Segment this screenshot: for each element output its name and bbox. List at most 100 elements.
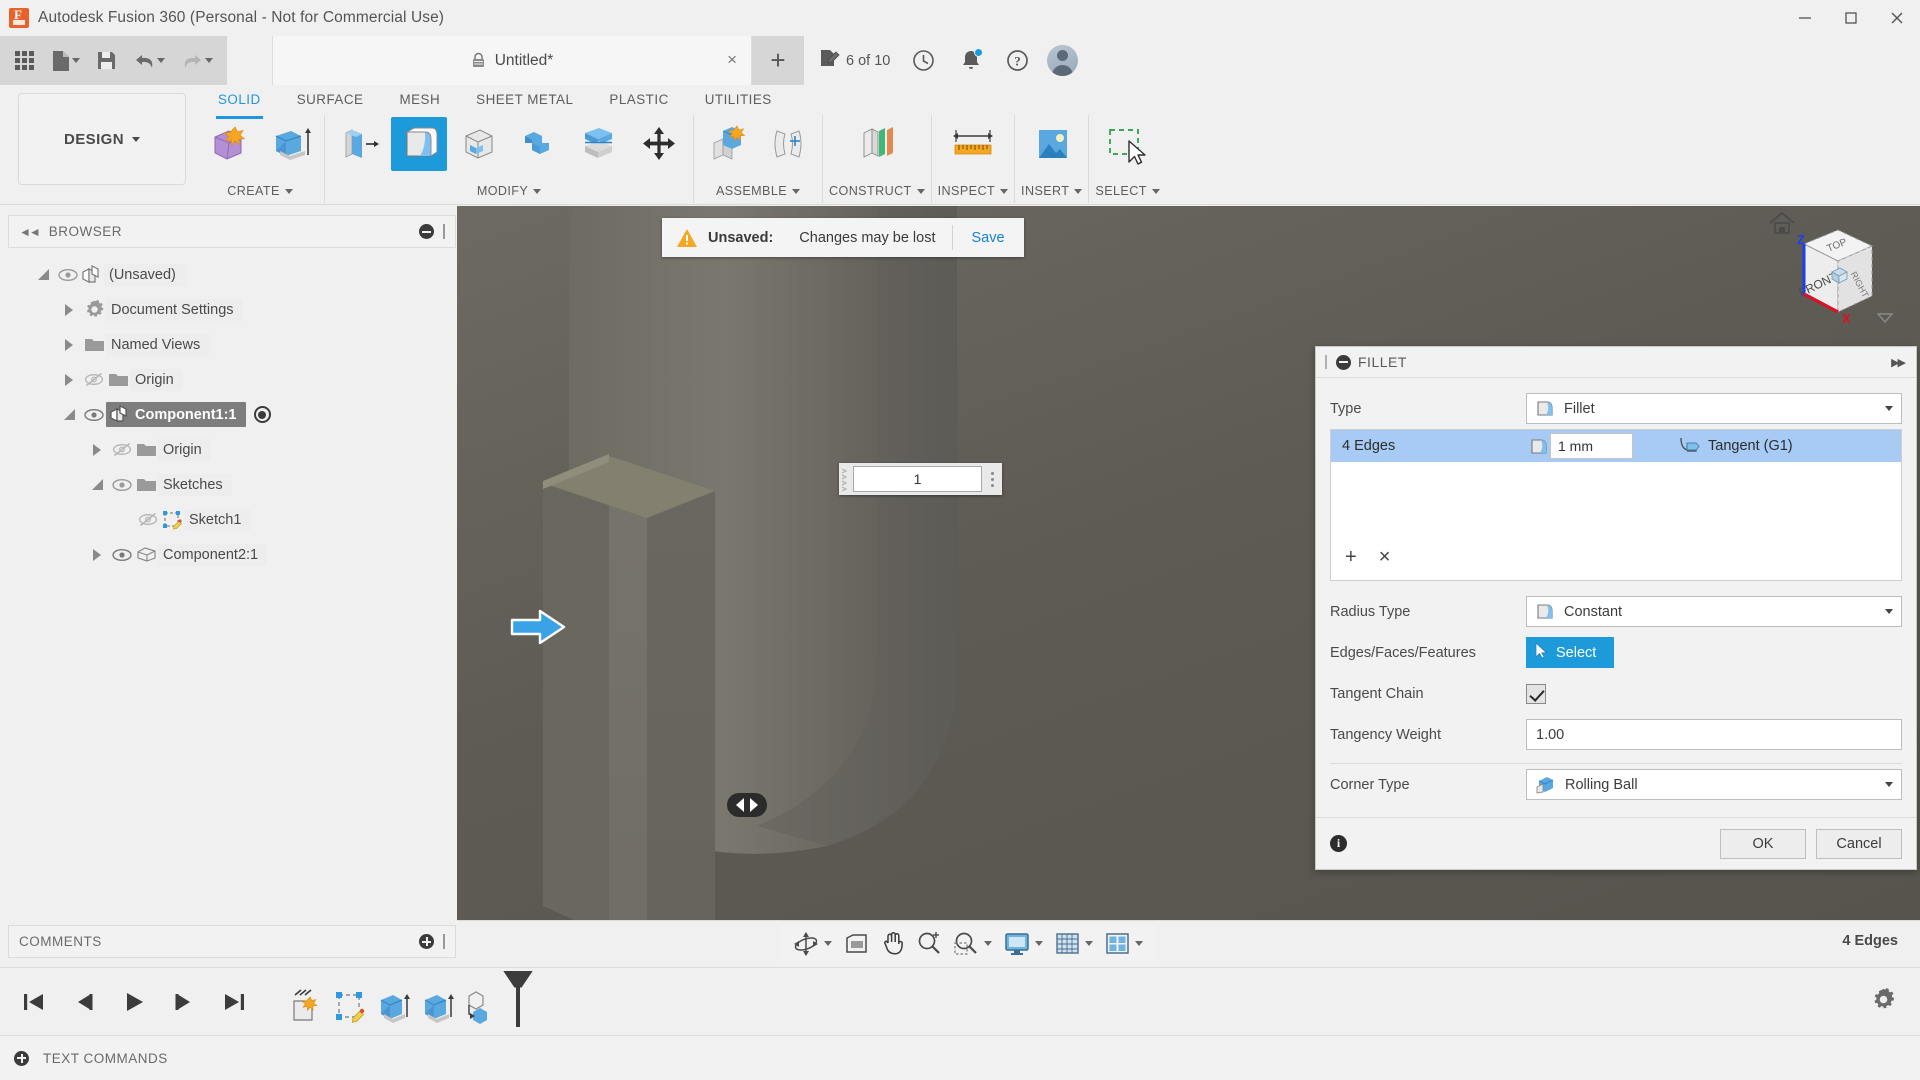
new-tab-button[interactable]: + (752, 36, 804, 85)
eye-hidden-icon[interactable] (110, 442, 134, 457)
expand-arrow-icon[interactable] (56, 409, 82, 420)
step-back-icon[interactable] (66, 985, 102, 1018)
eye-visible-icon[interactable] (56, 268, 80, 282)
save-link[interactable]: Save (953, 230, 1024, 246)
cancel-button[interactable]: Cancel (1816, 828, 1902, 859)
chevron-down-icon[interactable] (1035, 941, 1043, 946)
expand-icon[interactable] (14, 1050, 29, 1066)
chevron-down-icon[interactable] (1885, 782, 1893, 787)
tree-item-origin-nested[interactable]: Origin (8, 432, 456, 467)
close-icon[interactable] (1874, 0, 1920, 36)
expand-arrow-icon[interactable] (56, 303, 82, 316)
info-icon[interactable]: i (1330, 835, 1347, 852)
expand-arrow-icon[interactable] (30, 269, 56, 280)
viewcube[interactable]: TOP FRONT RIGHT Z X (1760, 206, 1900, 341)
play-icon[interactable] (116, 985, 152, 1018)
extrude-feature-icon[interactable] (374, 987, 412, 1027)
dimension-value-input[interactable]: 1 (853, 466, 982, 492)
blue-arrow-handle-icon[interactable] (510, 606, 574, 650)
zoom-window-icon[interactable] (949, 927, 997, 960)
ribbon-group-modify-label[interactable]: MODIFY (331, 184, 687, 203)
zoom-icon[interactable] (912, 927, 947, 960)
ribbon-group-select-label[interactable]: SELECT (1095, 184, 1160, 203)
new-document-icon[interactable] (43, 42, 88, 80)
joint-tool[interactable] (760, 117, 816, 171)
double-arrow-handle-icon[interactable] (725, 789, 769, 821)
ribbon-group-insert-label[interactable]: INSERT (1021, 184, 1083, 203)
fillet-edge-row[interactable]: 4 Edges 1 mm Tangent (G1) (1331, 430, 1901, 462)
construct-plane-tool[interactable] (849, 117, 905, 171)
corner-type-select[interactable]: Rolling Ball (1526, 769, 1902, 800)
measure-tool[interactable] (945, 117, 1001, 171)
maximize-icon[interactable] (1828, 0, 1874, 36)
viewports-icon[interactable] (1100, 927, 1148, 960)
activate-component-radio[interactable] (253, 406, 271, 423)
tangency-weight-input[interactable]: 1.00 (1526, 719, 1902, 750)
ribbon-tab-utilities[interactable]: UTILITIES (687, 85, 790, 113)
save-icon[interactable] (88, 42, 125, 80)
eye-visible-icon[interactable] (82, 408, 106, 422)
tree-item-component1[interactable]: Component1:1 (8, 397, 456, 432)
orbit-icon[interactable] (788, 927, 837, 960)
bell-icon[interactable] (947, 36, 994, 85)
ribbon-group-construct-label[interactable]: CONSTRUCT (829, 184, 925, 203)
new-component-tool[interactable] (700, 117, 756, 171)
fillet-feature-icon[interactable] (286, 987, 324, 1027)
help-icon[interactable]: ? (994, 36, 1041, 85)
dimension-edit-box[interactable]: 1 (839, 463, 1002, 495)
chevron-down-icon[interactable] (1135, 941, 1143, 946)
tree-item-origin-root[interactable]: Origin (8, 362, 456, 397)
workspace-selector[interactable]: DESIGN (18, 93, 186, 185)
chevron-down-icon[interactable] (1085, 941, 1093, 946)
chevron-down-icon[interactable] (984, 941, 992, 946)
radius-type-select[interactable]: Constant (1526, 596, 1902, 627)
timeline-marker-icon[interactable] (516, 970, 520, 1027)
eye-visible-icon[interactable] (110, 478, 134, 492)
ribbon-tab-mesh[interactable]: MESH (381, 85, 458, 113)
expand-dialog-icon[interactable]: ▶▶ (1891, 356, 1907, 369)
app-grid-icon[interactable] (6, 42, 43, 80)
more-options-icon[interactable] (982, 471, 1002, 487)
create-sketch-tool[interactable] (202, 117, 258, 171)
document-tab-untitled[interactable]: Untitled* × (272, 36, 752, 85)
step-forward-icon[interactable] (166, 985, 202, 1018)
clock-icon[interactable] (900, 36, 947, 85)
eye-visible-icon[interactable] (110, 548, 134, 562)
fillet-continuity[interactable]: Tangent (G1) (1677, 435, 1793, 458)
ribbon-tab-plastic[interactable]: PLASTIC (591, 85, 686, 113)
eye-hidden-icon[interactable] (136, 512, 160, 527)
press-pull-tool[interactable] (331, 117, 387, 171)
drag-grip-icon[interactable] (839, 464, 853, 494)
tree-item-component2[interactable]: Component2:1 (8, 537, 456, 572)
undo-icon[interactable] (125, 42, 173, 80)
chevron-down-icon[interactable] (157, 58, 165, 63)
expand-arrow-icon[interactable] (56, 373, 82, 386)
pan-icon[interactable] (876, 927, 910, 960)
close-tab-icon[interactable]: × (727, 51, 737, 68)
ribbon-tab-surface[interactable]: SURFACE (279, 85, 382, 113)
fillet-radius-input[interactable]: 1 mm (1550, 433, 1633, 459)
ribbon-tab-sheet-metal[interactable]: SHEET METAL (458, 85, 591, 113)
fillet-dialog-header[interactable]: FILLET ▶▶ (1316, 347, 1916, 378)
minimize-icon[interactable] (1782, 0, 1828, 36)
offset-face-tool[interactable] (571, 117, 627, 171)
skip-to-end-icon[interactable] (216, 985, 252, 1018)
extrude-feature-icon[interactable] (418, 987, 456, 1027)
minimize-panel-icon[interactable] (419, 224, 434, 239)
collapse-left-icon[interactable]: ◄◄ (19, 225, 41, 239)
ribbon-group-inspect-label[interactable]: INSPECT (938, 184, 1009, 203)
select-tool[interactable] (1100, 117, 1156, 171)
sketch-feature-icon[interactable] (330, 987, 368, 1027)
gear-icon[interactable] (1871, 987, 1896, 1017)
expand-arrow-icon[interactable] (84, 548, 110, 561)
fillet-type-select[interactable]: Fillet (1526, 393, 1902, 424)
tree-item-sketch1[interactable]: Sketch1 (8, 502, 456, 537)
combine-tool[interactable] (511, 117, 567, 171)
remove-selection-button[interactable]: × (1379, 546, 1391, 569)
eye-hidden-icon[interactable] (82, 372, 106, 387)
tree-item-document-settings[interactable]: Document Settings (8, 292, 456, 327)
redo-icon[interactable] (173, 42, 221, 80)
ribbon-group-assemble-label[interactable]: ASSEMBLE (700, 184, 816, 203)
new-component-feature-icon[interactable] (462, 987, 500, 1027)
chevron-down-icon[interactable] (1885, 406, 1893, 411)
